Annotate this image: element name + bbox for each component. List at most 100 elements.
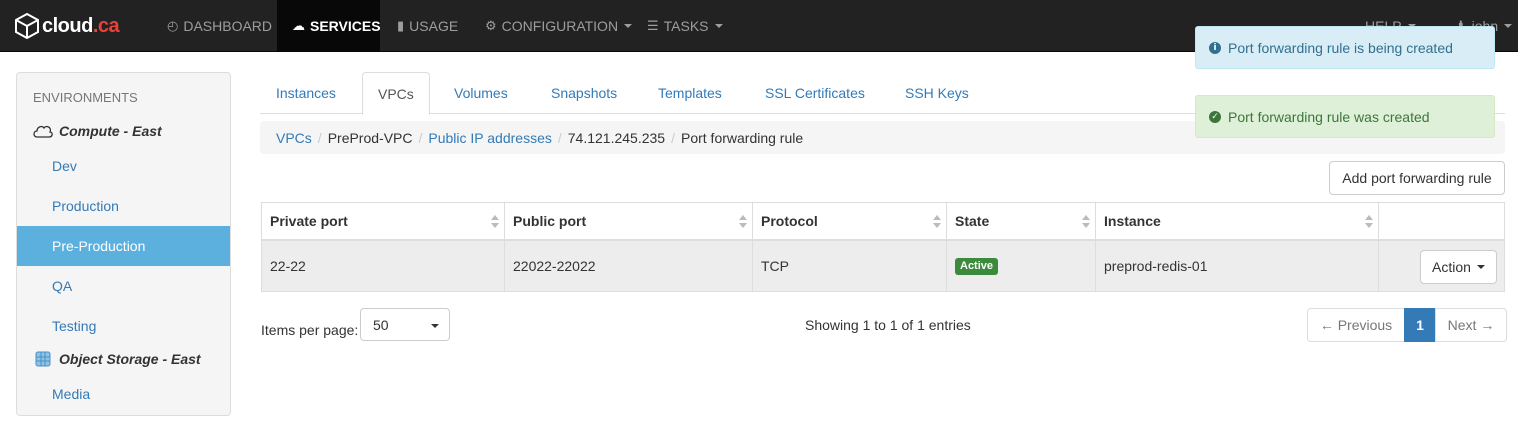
- notification-text: Port forwarding rule is being created: [1228, 39, 1453, 56]
- cell-actions: Action: [1379, 241, 1504, 291]
- tab-snapshots[interactable]: Snapshots: [536, 72, 632, 114]
- info-icon: i: [1209, 41, 1221, 54]
- gear-icon: ⚙: [485, 18, 497, 33]
- column-header-label: Public port: [513, 213, 587, 229]
- sort-icon: [739, 215, 747, 229]
- column-header-public-port[interactable]: Public port: [505, 203, 753, 241]
- sidebar-header: ENVIRONMENTS: [33, 90, 138, 105]
- page-1-button[interactable]: 1: [1404, 308, 1436, 342]
- tab-label: Instances: [276, 85, 336, 101]
- sidebar-group-compute-east: Compute - East: [32, 123, 162, 139]
- nav-services[interactable]: ☁ SERVICES: [277, 0, 381, 52]
- tab-label: Snapshots: [551, 85, 618, 101]
- nav-configuration[interactable]: ⚙ CONFIGURATION: [470, 0, 647, 52]
- column-header-label: State: [955, 213, 990, 229]
- cube-logo-icon: [15, 13, 39, 39]
- cloud-icon: ☁: [292, 18, 305, 33]
- tab-label: Templates: [658, 85, 722, 101]
- port-forwarding-table: Private port Public port Protocol State …: [261, 202, 1505, 292]
- previous-page-button[interactable]: ← Previous: [1307, 308, 1405, 342]
- tab-templates[interactable]: Templates: [643, 72, 737, 114]
- tab-ssh-keys[interactable]: SSH Keys: [890, 72, 984, 114]
- column-header-actions: [1379, 203, 1504, 241]
- items-per-page-select[interactable]: 50: [360, 308, 450, 341]
- status-badge: Active: [955, 257, 999, 275]
- sidebar-item-label: Testing: [52, 318, 97, 334]
- sort-icon: [491, 215, 499, 229]
- add-port-forwarding-rule-button[interactable]: Add port forwarding rule: [1329, 161, 1505, 195]
- sidebar-item-media[interactable]: Media: [17, 374, 230, 414]
- sidebar-item-label: Media: [52, 386, 91, 402]
- action-button-label: Action: [1432, 259, 1471, 275]
- column-header-instance[interactable]: Instance: [1096, 203, 1379, 241]
- column-header-label: Instance: [1104, 213, 1161, 229]
- tab-instances[interactable]: Instances: [261, 72, 351, 114]
- column-header-protocol[interactable]: Protocol: [753, 203, 947, 241]
- notification-info[interactable]: i Port forwarding rule is being created: [1195, 26, 1495, 69]
- cell-state: Active: [947, 241, 1096, 291]
- column-header-label: Protocol: [761, 213, 818, 229]
- chevron-down-icon: [1476, 265, 1485, 269]
- sidebar-item-label: QA: [52, 278, 73, 294]
- tab-label: SSH Keys: [905, 85, 969, 101]
- column-header-state[interactable]: State: [947, 203, 1096, 241]
- sidebar-group-object-storage-east: Object Storage - East: [32, 351, 201, 367]
- items-per-page-label: Items per page:: [261, 322, 359, 338]
- nav-tasks[interactable]: ☰ TASKS: [632, 0, 738, 52]
- breadcrumb-separator: /: [418, 129, 423, 146]
- sidebar-item-pre-production[interactable]: Pre-Production: [17, 226, 230, 266]
- sidebar-item-label: Pre-Production: [52, 238, 146, 254]
- sidebar-item-label: Production: [52, 198, 119, 214]
- environments-sidebar: ENVIRONMENTS Compute - East Dev Producti…: [16, 72, 231, 416]
- nav-tasks-label: TASKS: [663, 18, 709, 34]
- action-dropdown-button[interactable]: Action: [1420, 250, 1497, 284]
- nav-dashboard-label: DASHBOARD: [183, 18, 273, 34]
- storage-icon: [35, 351, 51, 367]
- sidebar-item-label: Dev: [52, 158, 77, 174]
- sidebar-group-label: Object Storage - East: [59, 351, 201, 367]
- tab-volumes[interactable]: Volumes: [439, 72, 523, 114]
- check-icon: ✓: [1209, 110, 1221, 123]
- breadcrumb-separator: /: [557, 129, 562, 146]
- cell-private-port: 22-22: [262, 241, 505, 291]
- sort-icon: [933, 215, 941, 229]
- pagination: ← Previous 1 Next →: [1307, 308, 1507, 342]
- column-header-private-port[interactable]: Private port: [262, 203, 505, 241]
- bar-chart-icon: ▮: [397, 18, 405, 33]
- breadcrumb-separator: /: [671, 129, 675, 146]
- sidebar-item-dev[interactable]: Dev: [17, 146, 230, 186]
- tab-label: VPCs: [378, 85, 414, 102]
- tab-vpcs[interactable]: VPCs: [362, 72, 430, 115]
- tasks-icon: ☰: [647, 18, 659, 33]
- tab-label: SSL Certificates: [765, 85, 865, 101]
- chevron-down-icon: [714, 24, 723, 28]
- sidebar-item-qa[interactable]: QA: [17, 266, 230, 306]
- brand-logo[interactable]: cloud.ca: [15, 13, 120, 39]
- tab-ssl-certificates[interactable]: SSL Certificates: [750, 72, 880, 114]
- breadcrumb-vpc: PreProd-VPC: [327, 129, 413, 146]
- brand-name: cloud.ca: [42, 14, 120, 37]
- nav-usage-label: USAGE: [409, 18, 459, 34]
- breadcrumb-public-ips[interactable]: Public IP addresses: [428, 130, 551, 146]
- sidebar-item-production[interactable]: Production: [17, 186, 230, 226]
- notification-text: Port forwarding rule was created: [1228, 108, 1430, 125]
- nav-usage[interactable]: ▮ USAGE: [382, 0, 473, 52]
- nav-configuration-label: CONFIGURATION: [501, 18, 619, 34]
- chevron-down-icon: [624, 24, 633, 28]
- tab-label: Volumes: [454, 85, 508, 101]
- nav-dashboard[interactable]: ◴ DASHBOARD: [152, 0, 287, 52]
- breadcrumb-separator: /: [317, 129, 322, 146]
- breadcrumb-ip: 74.121.245.235: [567, 129, 666, 146]
- chevron-down-icon: [1504, 24, 1513, 28]
- chevron-down-icon: [431, 324, 439, 328]
- breadcrumb-vpcs[interactable]: VPCs: [276, 130, 312, 146]
- notification-success[interactable]: ✓ Port forwarding rule was created: [1195, 95, 1495, 138]
- breadcrumb-current: Port forwarding rule: [680, 129, 804, 146]
- entries-summary: Showing 1 to 1 of 1 entries: [805, 317, 971, 333]
- next-page-button[interactable]: Next →: [1435, 308, 1507, 342]
- items-per-page-value: 50: [373, 316, 389, 333]
- sort-icon: [1365, 215, 1373, 229]
- sidebar-item-testing[interactable]: Testing: [17, 306, 230, 346]
- sidebar-group-label: Compute - East: [59, 123, 162, 139]
- table-row: 22-22 22022-22022 TCP Active preprod-red…: [262, 241, 1504, 291]
